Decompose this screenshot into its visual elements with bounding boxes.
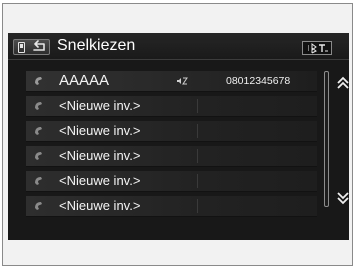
row-divider [197,99,198,113]
phone-number: 08012345678 [226,75,291,87]
row-divider [197,199,198,213]
row-divider [197,124,198,138]
handset-icon [35,152,42,160]
scrollbar[interactable] [324,71,329,207]
list-item[interactable]: <Nieuwe inv.> [26,121,317,142]
header-bar: Snelkiezen [8,33,349,60]
back-button[interactable] [13,39,50,55]
chevron-double-up-icon[interactable] [337,76,349,90]
navigation-screen: Snelkiezen AAAAA 08012345678 <Nieuwe inv… [8,33,349,240]
row-divider [197,149,198,163]
handset-icon [35,102,42,110]
list-item[interactable]: AAAAA 08012345678 [26,71,317,92]
status-indicator [302,41,332,55]
chevron-double-down-icon[interactable] [337,191,349,205]
page-title: Snelkiezen [57,37,136,54]
speed-dial-label: <Nieuwe inv.> [59,148,141,163]
list-item[interactable]: <Nieuwe inv.> [26,146,317,167]
list-item[interactable]: <Nieuwe inv.> [26,96,317,117]
speed-dial-label: <Nieuwe inv.> [59,123,141,138]
voice-tag-icon [177,77,188,85]
handset-icon [35,202,42,210]
back-arrow-icon [33,40,45,51]
speed-dial-label: AAAAA [59,72,110,89]
bluetooth-icon [308,43,328,54]
list-item[interactable]: <Nieuwe inv.> [26,171,317,192]
speed-dial-label: <Nieuwe inv.> [59,173,141,188]
speed-dial-list: AAAAA 08012345678 <Nieuwe inv.> <Nieuwe … [26,71,317,221]
handset-icon [35,127,42,135]
phone-icon [18,42,25,53]
signal-icon [319,44,328,52]
list-item[interactable]: <Nieuwe inv.> [26,196,317,217]
speed-dial-label: <Nieuwe inv.> [59,198,141,213]
row-divider [197,174,198,188]
handset-icon [35,77,42,85]
speed-dial-label: <Nieuwe inv.> [59,98,141,113]
handset-icon [35,177,42,185]
